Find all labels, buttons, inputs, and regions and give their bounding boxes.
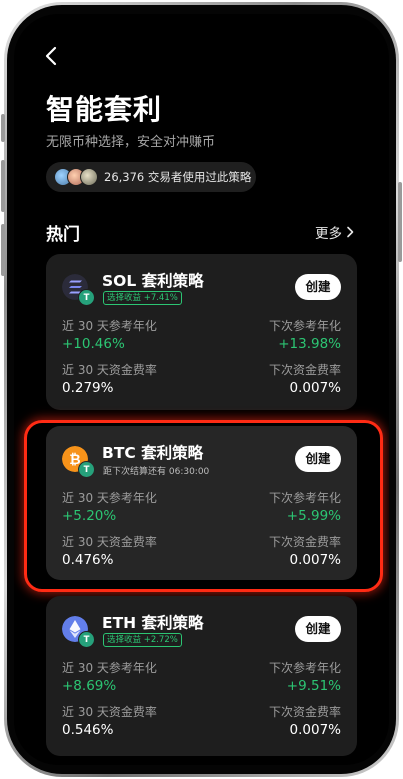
- create-button[interactable]: 创建: [295, 616, 341, 642]
- avatar: [80, 168, 98, 186]
- next-apr-value: +9.51%: [286, 678, 341, 694]
- more-label: 更多: [315, 226, 342, 242]
- next-fee-label: 下次资金费率: [268, 363, 341, 377]
- next-apr-label: 下次参考年化: [268, 661, 341, 675]
- next-fee-value: 0.007%: [289, 722, 341, 738]
- strategy-card-eth[interactable]: T ETH 套利策略 选择收益 +2.72% 创建 近 30 天参考年化 +8.…: [46, 596, 357, 756]
- yield-tag: 选择收益 +7.41%: [103, 291, 182, 305]
- fee-30d-label: 近 30 天资金费率: [62, 363, 157, 377]
- tether-badge-icon: T: [78, 631, 95, 648]
- user-count-badge: 26,376 交易者使用过此策略: [46, 162, 256, 192]
- page-title: 智能套利: [46, 93, 163, 126]
- chevron-left-icon[interactable]: [40, 44, 64, 68]
- settlement-countdown: 距下次结算还有 06:30:00: [103, 467, 210, 477]
- volume-up-button: [1, 160, 5, 212]
- next-fee-label: 下次资金费率: [268, 705, 341, 719]
- fee-30d-value: 0.476%: [62, 552, 114, 568]
- fee-30d-value: 0.546%: [62, 722, 114, 738]
- chevron-right-icon: [347, 226, 354, 238]
- apr-30d-label: 近 30 天参考年化: [62, 491, 157, 505]
- next-fee-value: 0.007%: [289, 552, 341, 568]
- user-avatars: [54, 168, 98, 186]
- page-subtitle: 无限币种选择，安全对冲赚币: [46, 135, 216, 150]
- power-button: [398, 182, 402, 262]
- next-fee-value: 0.007%: [289, 380, 341, 396]
- next-apr-label: 下次参考年化: [268, 319, 341, 333]
- mute-switch: [1, 114, 5, 142]
- apr-30d-label: 近 30 天参考年化: [62, 661, 157, 675]
- user-count-text: 26,376 交易者使用过此策略: [104, 170, 252, 184]
- fee-30d-label: 近 30 天资金费率: [62, 535, 157, 549]
- card-title: SOL 套利策略: [102, 272, 204, 290]
- strategy-card-btc[interactable]: ₿ T BTC 套利策略 距下次结算还有 06:30:00 创建 近 30 天参…: [46, 426, 357, 580]
- volume-down-button: [1, 224, 5, 276]
- strategy-card-sol[interactable]: T SOL 套利策略 选择收益 +7.41% 创建 近 30 天参考年化 +10…: [46, 254, 357, 410]
- card-title: BTC 套利策略: [102, 444, 204, 462]
- next-apr-value: +13.98%: [278, 336, 341, 352]
- next-fee-label: 下次资金费率: [268, 535, 341, 549]
- apr-30d-label: 近 30 天参考年化: [62, 319, 157, 333]
- tether-badge-icon: T: [78, 289, 95, 306]
- tether-badge-icon: T: [78, 461, 95, 478]
- fee-30d-label: 近 30 天资金费率: [62, 705, 157, 719]
- section-title: 热门: [46, 225, 80, 245]
- create-button[interactable]: 创建: [295, 446, 341, 472]
- create-button[interactable]: 创建: [295, 274, 341, 300]
- next-apr-label: 下次参考年化: [268, 491, 341, 505]
- next-apr-value: +5.99%: [286, 508, 341, 524]
- yield-tag: 选择收益 +2.72%: [103, 633, 182, 647]
- card-title: ETH 套利策略: [102, 614, 204, 632]
- apr-30d-value: +10.46%: [62, 336, 125, 352]
- apr-30d-value: +8.69%: [62, 678, 117, 694]
- apr-30d-value: +5.20%: [62, 508, 117, 524]
- app-screen: 智能套利 无限币种选择，安全对冲赚币 26,376 交易者使用过此策略 热门 更…: [14, 14, 389, 765]
- fee-30d-value: 0.279%: [62, 380, 114, 396]
- more-link[interactable]: 更多: [315, 222, 355, 242]
